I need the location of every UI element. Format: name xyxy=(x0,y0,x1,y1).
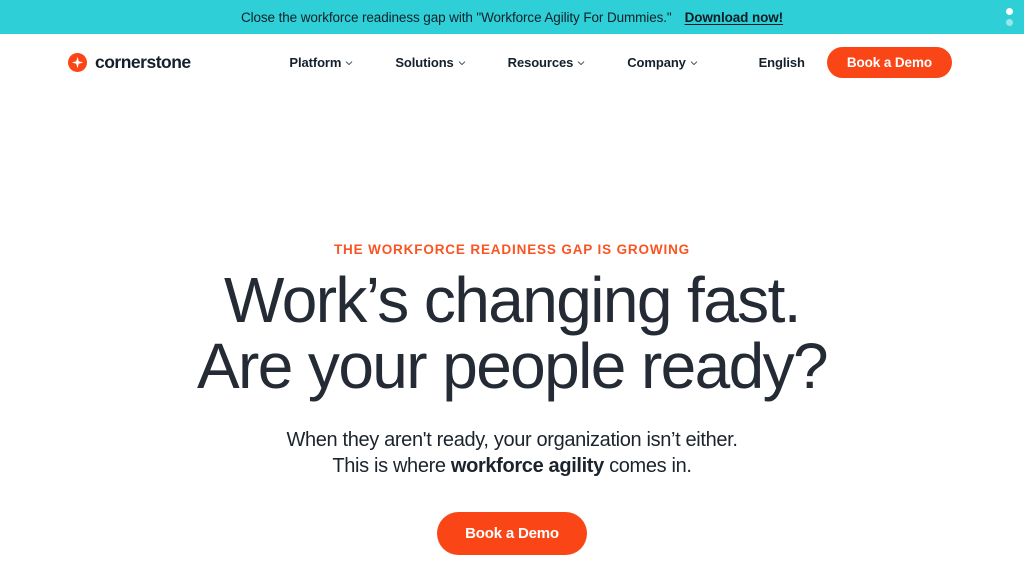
header-actions: English Book a Demo xyxy=(759,47,952,78)
chevron-down-icon xyxy=(346,60,353,65)
chevron-down-icon xyxy=(458,60,465,65)
chevron-down-icon xyxy=(578,60,585,65)
site-header: cornerstone Platform Solutions Resources… xyxy=(0,34,1024,91)
header-book-demo-button[interactable]: Book a Demo xyxy=(826,47,952,78)
brand-name: cornerstone xyxy=(95,52,191,72)
hero-title: Work’s changing fast. Are your people re… xyxy=(196,264,829,402)
hero-subtitle-line-2-suffix: comes in. xyxy=(603,455,692,478)
dot-2 xyxy=(1006,19,1013,26)
nav-item-resources[interactable]: Resources xyxy=(508,55,586,70)
nav-item-solutions-label: Solutions xyxy=(395,55,454,70)
hero-subtitle: When they aren't ready, your organizatio… xyxy=(286,427,737,480)
hero-title-line-2: Are your people ready? xyxy=(196,330,829,402)
hero-subtitle-emphasis: workforce agility xyxy=(450,455,604,478)
hero-subtitle-line-1: When they aren't ready, your organizatio… xyxy=(286,429,738,451)
nav-item-platform-label: Platform xyxy=(289,55,342,70)
hero-eyebrow: THE WORKFORCE READINESS GAP IS GROWING xyxy=(333,242,691,257)
promo-banner-content: Close the workforce readiness gap with "… xyxy=(241,10,783,25)
hero-subtitle-line-2: This is where workforce agility comes in… xyxy=(286,453,737,479)
promo-download-link[interactable]: Download now! xyxy=(685,10,784,25)
chevron-down-icon xyxy=(690,60,698,65)
nav-item-solutions[interactable]: Solutions xyxy=(395,55,465,70)
nav-item-company[interactable]: Company xyxy=(627,55,698,70)
main-navigation: Platform Solutions Resources Company xyxy=(229,55,759,70)
brand-logo[interactable]: cornerstone xyxy=(68,52,191,73)
hero-section: THE WORKFORCE READINESS GAP IS GROWING W… xyxy=(0,91,1024,555)
nav-item-company-label: Company xyxy=(627,55,686,70)
cornerstone-star-logo-icon xyxy=(68,53,87,72)
hero-subtitle-line-2-prefix: This is where xyxy=(332,455,451,478)
promo-banner: Close the workforce readiness gap with "… xyxy=(0,0,1024,34)
nav-item-resources-label: Resources xyxy=(507,55,574,70)
hero-book-demo-button[interactable]: Book a Demo xyxy=(437,511,587,555)
hero-title-line-1: Work’s changing fast. xyxy=(224,264,802,336)
promo-banner-text: Close the workforce readiness gap with "… xyxy=(240,9,672,25)
dot-1 xyxy=(1006,8,1013,15)
nav-item-platform[interactable]: Platform xyxy=(289,55,353,70)
language-selector[interactable]: English xyxy=(759,55,805,70)
vertical-dots-icon[interactable] xyxy=(1006,8,1013,26)
